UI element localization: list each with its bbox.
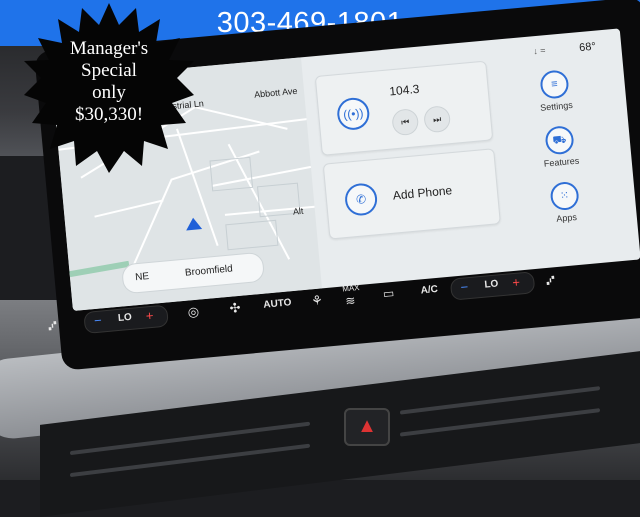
vent-slat xyxy=(400,386,600,415)
hazard-button[interactable]: ▲ xyxy=(344,408,390,446)
left-temp-minus-button[interactable]: − xyxy=(93,313,102,329)
sidebar-item-label: Apps xyxy=(555,212,578,224)
promo-line: Special xyxy=(81,60,137,81)
media-card[interactable]: ((•)) 104.3 ⏮ ⏭ xyxy=(314,60,494,156)
previous-track-button[interactable]: ⏮ xyxy=(391,108,420,137)
right-temp-plus-button[interactable]: + xyxy=(512,274,521,290)
defrost-rear-icon[interactable]: ▭ xyxy=(382,286,395,301)
seat-heat-left-icon[interactable]: ⑇ xyxy=(48,317,58,334)
settings-sliders-icon: ≡ xyxy=(539,69,570,100)
next-track-button[interactable]: ⏭ xyxy=(423,105,452,134)
current-position-arrow-icon xyxy=(185,217,203,231)
sidebar-item-label: Settings xyxy=(539,99,574,113)
location-name: Broomfield xyxy=(184,263,234,279)
fan-icon[interactable]: ✣ xyxy=(229,300,241,317)
features-car-icon: ⛟ xyxy=(544,125,575,156)
sidebar-item-settings[interactable]: ≡ Settings xyxy=(523,68,586,114)
street-label-alt: Alt xyxy=(292,205,304,217)
radio-station: 104.3 xyxy=(388,81,420,99)
promo-line: Manager's xyxy=(69,38,149,59)
radio-signal-icon[interactable]: ((•)) xyxy=(335,96,371,132)
vent-slat xyxy=(400,408,600,437)
sidebar-item-label: Features xyxy=(543,155,580,169)
outside-temperature: 68° xyxy=(578,40,597,55)
airflow-icon[interactable]: ⚘ xyxy=(311,292,324,309)
left-temp-plus-button[interactable]: + xyxy=(145,308,154,324)
green-path xyxy=(69,260,130,278)
seat-heat-right-icon[interactable]: ⑇ xyxy=(546,271,556,288)
right-temp-value: LO xyxy=(483,278,499,291)
promo-text: Manager's Special only $30,330! xyxy=(24,38,194,126)
promo-line: only xyxy=(92,82,126,103)
phone-card[interactable]: ✆ Add Phone xyxy=(322,148,501,240)
max-defrost-button[interactable]: MAX xyxy=(342,283,360,294)
defrost-front-icon: ≋ xyxy=(344,293,357,309)
ac-button[interactable]: A/C xyxy=(420,284,438,297)
sidebar-item-features[interactable]: ⛟ Features xyxy=(528,124,591,170)
add-phone-label: Add Phone xyxy=(392,183,453,203)
status-icons: ↓ ≈ xyxy=(532,45,546,57)
promo-price: $30,330! xyxy=(74,104,144,125)
hazard-triangle-icon: ▲ xyxy=(357,415,377,437)
phone-icon[interactable]: ✆ xyxy=(343,182,379,217)
heading-label: NE xyxy=(134,271,150,284)
sidebar-item-apps[interactable]: ⁙ Apps xyxy=(533,179,596,225)
street-line xyxy=(94,199,164,218)
apps-grid-icon: ⁙ xyxy=(549,180,580,212)
right-temp-minus-button[interactable]: − xyxy=(460,279,469,295)
auto-climate-button[interactable]: AUTO xyxy=(263,297,292,311)
steering-heat-icon[interactable]: ◎ xyxy=(187,304,200,321)
left-temp-value: LO xyxy=(117,311,133,324)
